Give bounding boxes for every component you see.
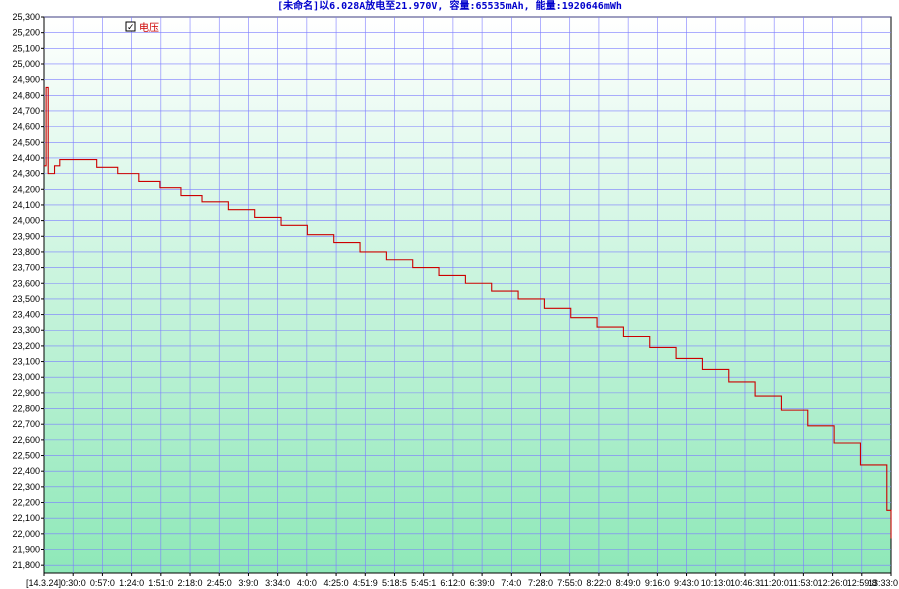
y-tick-label: 22,800 (12, 404, 40, 414)
x-tick-label: 3:9:0 (238, 578, 258, 588)
x-tick-label: 1:24:0 (119, 578, 144, 588)
x-tick-label: 6:12:0 (440, 578, 465, 588)
x-tick-label: 7:28:0 (528, 578, 553, 588)
y-tick-label: 23,700 (12, 263, 40, 273)
y-tick-label: 22,100 (12, 513, 40, 523)
x-tick-label: 11:20:0 (759, 578, 788, 588)
x-axis: [14.3.24] 0:30:0 0:57:0 1:24:0 1:51:0 2:18:0 2… (26, 573, 898, 588)
x-tick-label: 0:57:0 (90, 578, 115, 588)
y-tick-label: 22,200 (12, 498, 40, 508)
y-tick-label: 23,900 (12, 231, 40, 241)
checkmark-icon: ✓ (127, 23, 135, 33)
y-tick-label: 24,500 (12, 137, 40, 147)
y-tick-label: 23,400 (12, 310, 40, 320)
x-tick-label: 6:39:0 (470, 578, 495, 588)
y-tick-label: 22,300 (12, 482, 40, 492)
y-tick-label: 22,600 (12, 435, 40, 445)
x-tick-label: 1:51:0 (148, 578, 173, 588)
x-tick-label: 3:34:0 (265, 578, 290, 588)
y-tick-label: 23,600 (12, 278, 40, 288)
x-tick-label: 8:22:0 (586, 578, 611, 588)
y-tick-label: 21,900 (12, 545, 40, 555)
y-tick-label: 24,100 (12, 200, 40, 210)
x-tick-label: 2:18:0 (178, 578, 203, 588)
x-tick-label: 4:0:0 (297, 578, 317, 588)
y-tick-label: 24,000 (12, 216, 40, 226)
y-tick-label: 21,800 (12, 560, 40, 570)
y-tick-label: 23,500 (12, 294, 40, 304)
plot-area (43, 16, 892, 574)
x-tick-label: 13:33:0 (868, 578, 898, 588)
y-tick-label: 23,300 (12, 325, 40, 335)
x-tick-label: 7:55:0 (557, 578, 582, 588)
y-tick-label: 24,300 (12, 169, 40, 179)
y-tick-label: 22,000 (12, 529, 40, 539)
x-tick-label: 7:4:0 (501, 578, 521, 588)
x-tick-label: 9:16:0 (645, 578, 670, 588)
x-tick-label: 4:51:9 (353, 578, 378, 588)
x-tick-label: 4:25:0 (324, 578, 349, 588)
y-tick-label: 25,000 (12, 59, 40, 69)
legend-label-voltage: 电压 (139, 21, 159, 34)
x-tick-label: 5:18:5 (382, 578, 407, 588)
x-tick-label: 8:49:0 (616, 578, 641, 588)
voltage-chart: 21,800 21,900 22,000 22,100 22,200 22,300 22,4… (12, 12, 898, 588)
y-tick-label: 24,600 (12, 122, 40, 132)
x-tick-label: 11:53:0 (789, 578, 818, 588)
legend[interactable]: ✓ 电压 (125, 21, 159, 34)
y-tick-label: 23,800 (12, 247, 40, 257)
y-tick-label: 23,100 (12, 357, 40, 367)
y-tick-label: 23,200 (12, 341, 40, 351)
y-tick-label: 22,500 (12, 451, 40, 461)
x-tick-label: 9:43:0 (674, 578, 699, 588)
x-tick-label: 5:45:1 (411, 578, 436, 588)
chart-root: [未命名]以6.028A放电至21.970V, 容量:65535mAh, 能量:… (0, 0, 899, 589)
y-tick-label: 24,900 (12, 75, 40, 85)
y-tick-label: 24,400 (12, 153, 40, 163)
y-tick-label: 22,700 (12, 419, 40, 429)
x-tick-label: 2:45:0 (207, 578, 232, 588)
x-tick-label: 0:30:0 (61, 578, 86, 588)
x-tick-label: 10:13:0 (701, 578, 731, 588)
y-tick-label: 23,000 (12, 372, 40, 382)
y-tick-label: 25,300 (12, 12, 40, 22)
y-tick-label: 24,700 (12, 106, 40, 116)
x-tick-label: 10:46:3 (730, 578, 760, 588)
y-tick-label: 24,200 (12, 184, 40, 194)
y-axis: 21,800 21,900 22,000 22,100 22,200 22,300 22,4… (12, 12, 44, 570)
y-tick-label: 24,800 (12, 90, 40, 100)
y-tick-label: 25,200 (12, 28, 40, 38)
y-tick-label: 25,100 (12, 43, 40, 53)
x-tick-label: 12:26:0 (818, 578, 848, 588)
x-tick-label: [14.3.24] (26, 578, 61, 588)
y-tick-label: 22,400 (12, 466, 40, 476)
y-tick-label: 22,900 (12, 388, 40, 398)
